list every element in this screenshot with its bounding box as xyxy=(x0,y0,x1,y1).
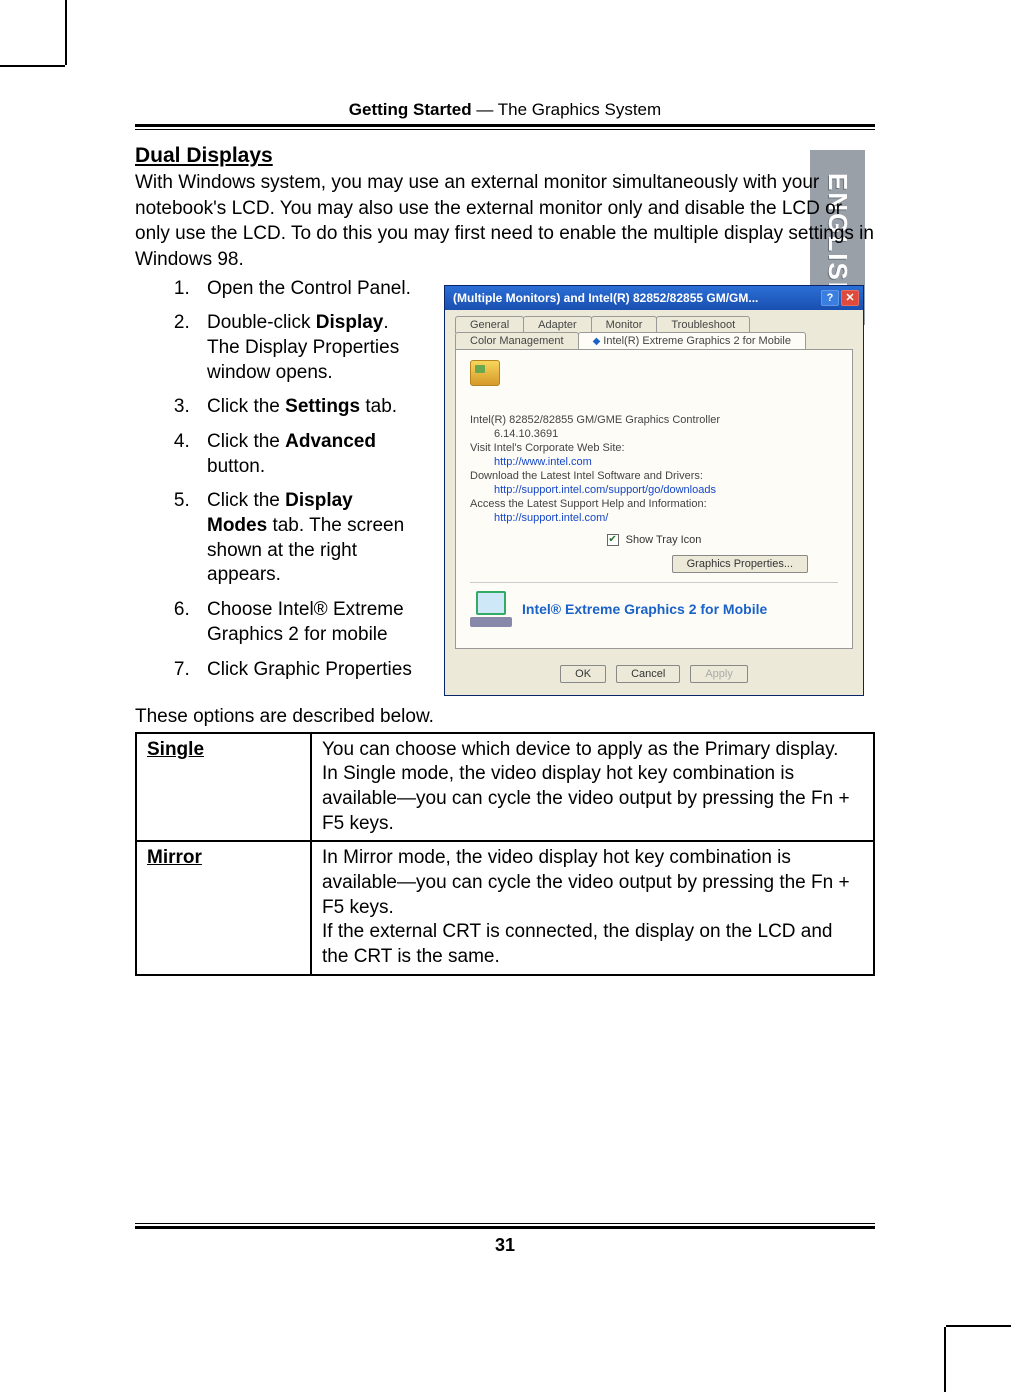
shield-icon: ◆ xyxy=(593,336,601,347)
graphics-properties-button[interactable]: Graphics Properties... xyxy=(672,555,808,573)
crop-mark xyxy=(944,1327,946,1392)
step-item: Double-click Display. The Display Proper… xyxy=(195,311,415,385)
running-head: Getting Started — The Graphics System xyxy=(135,100,875,120)
support-link[interactable]: http://support.intel.com/ xyxy=(494,512,608,524)
crop-mark xyxy=(946,1325,1011,1327)
tab-intel-graphics[interactable]: ◆Intel(R) Extreme Graphics 2 for Mobile xyxy=(578,332,806,349)
help-button[interactable]: ? xyxy=(821,290,839,306)
table-row: Mirror In Mirror mode, the video display… xyxy=(136,841,874,974)
visit-label: Visit Intel's Corporate Web Site: xyxy=(470,442,838,454)
running-head-bold: Getting Started xyxy=(349,100,472,119)
graphics-icon xyxy=(470,360,500,386)
page-number: 31 xyxy=(135,1235,875,1256)
tray-label: Show Tray Icon xyxy=(626,534,702,546)
controller-label: Intel(R) 82852/82855 GM/GME Graphics Con… xyxy=(470,414,838,426)
table-row: Single You can choose which device to ap… xyxy=(136,733,874,842)
step-item: Open the Control Panel. xyxy=(195,277,415,302)
tab-adapter[interactable]: Adapter xyxy=(523,316,592,333)
running-head-rest: The Graphics System xyxy=(498,100,661,119)
dialog-screenshot: (Multiple Monitors) and Intel(R) 82852/8… xyxy=(433,277,875,696)
monitor-icon xyxy=(470,591,512,627)
crop-mark xyxy=(0,65,65,67)
ok-button[interactable]: OK xyxy=(560,665,606,683)
download-link[interactable]: http://support.intel.com/support/go/down… xyxy=(494,484,716,496)
step-item: Click the Advanced button. xyxy=(195,430,415,479)
intro-paragraph: With Windows system, you may use an exte… xyxy=(135,170,875,273)
cancel-button[interactable]: Cancel xyxy=(616,665,680,683)
tab-strip: General Adapter Monitor Troubleshoot Col… xyxy=(445,310,863,349)
crop-mark xyxy=(65,0,67,65)
apply-button[interactable]: Apply xyxy=(690,665,748,683)
step-item: Click the Settings tab. xyxy=(195,395,415,420)
tab-color-management[interactable]: Color Management xyxy=(455,332,579,349)
step-list: Open the Control Panel. Double-click Dis… xyxy=(135,277,415,696)
options-table: Single You can choose which device to ap… xyxy=(135,732,875,976)
footer-rule-thick xyxy=(135,1226,875,1229)
download-label: Download the Latest Intel Software and D… xyxy=(470,470,838,482)
section-title: Dual Displays xyxy=(135,144,875,168)
step-item: Click the Display Modes tab. The screen … xyxy=(195,489,415,588)
step-item: Click Graphic Properties xyxy=(195,658,415,683)
tab-intel-label: Intel(R) Extreme Graphics 2 for Mobile xyxy=(603,335,791,347)
option-key: Mirror xyxy=(136,841,311,974)
tray-checkbox[interactable]: ✔ xyxy=(607,534,619,546)
option-desc: In Mirror mode, the video display hot ke… xyxy=(311,841,874,974)
tab-general[interactable]: General xyxy=(455,316,524,333)
visit-link[interactable]: http://www.intel.com xyxy=(494,456,592,468)
running-head-sep: — xyxy=(472,100,498,119)
table-intro: These options are described below. xyxy=(135,706,875,728)
footer-rule-thin xyxy=(135,1223,875,1224)
dialog-footer: OK Cancel Apply xyxy=(445,657,863,695)
close-button[interactable]: ✕ xyxy=(841,290,859,306)
page-footer: 31 xyxy=(135,1223,875,1256)
properties-dialog: (Multiple Monitors) and Intel(R) 82852/8… xyxy=(444,285,864,696)
step-item: Choose Intel® Extreme Graphics 2 for mob… xyxy=(195,598,415,647)
dialog-titlebar: (Multiple Monitors) and Intel(R) 82852/8… xyxy=(445,286,863,310)
option-key: Single xyxy=(136,733,311,842)
header-rule-thick xyxy=(135,124,875,127)
support-label: Access the Latest Support Help and Infor… xyxy=(470,498,838,510)
option-desc: You can choose which device to apply as … xyxy=(311,733,874,842)
page-content: Getting Started — The Graphics System Du… xyxy=(135,100,875,976)
driver-version: 6.14.10.3691 xyxy=(470,428,838,440)
tab-monitor[interactable]: Monitor xyxy=(591,316,658,333)
tab-panel: Intel(R) 82852/82855 GM/GME Graphics Con… xyxy=(455,349,853,649)
dialog-title-text: (Multiple Monitors) and Intel(R) 82852/8… xyxy=(453,291,758,305)
tab-troubleshoot[interactable]: Troubleshoot xyxy=(656,316,750,333)
brand-text: Intel® Extreme Graphics 2 for Mobile xyxy=(522,601,767,617)
header-rule-thin xyxy=(135,129,875,130)
